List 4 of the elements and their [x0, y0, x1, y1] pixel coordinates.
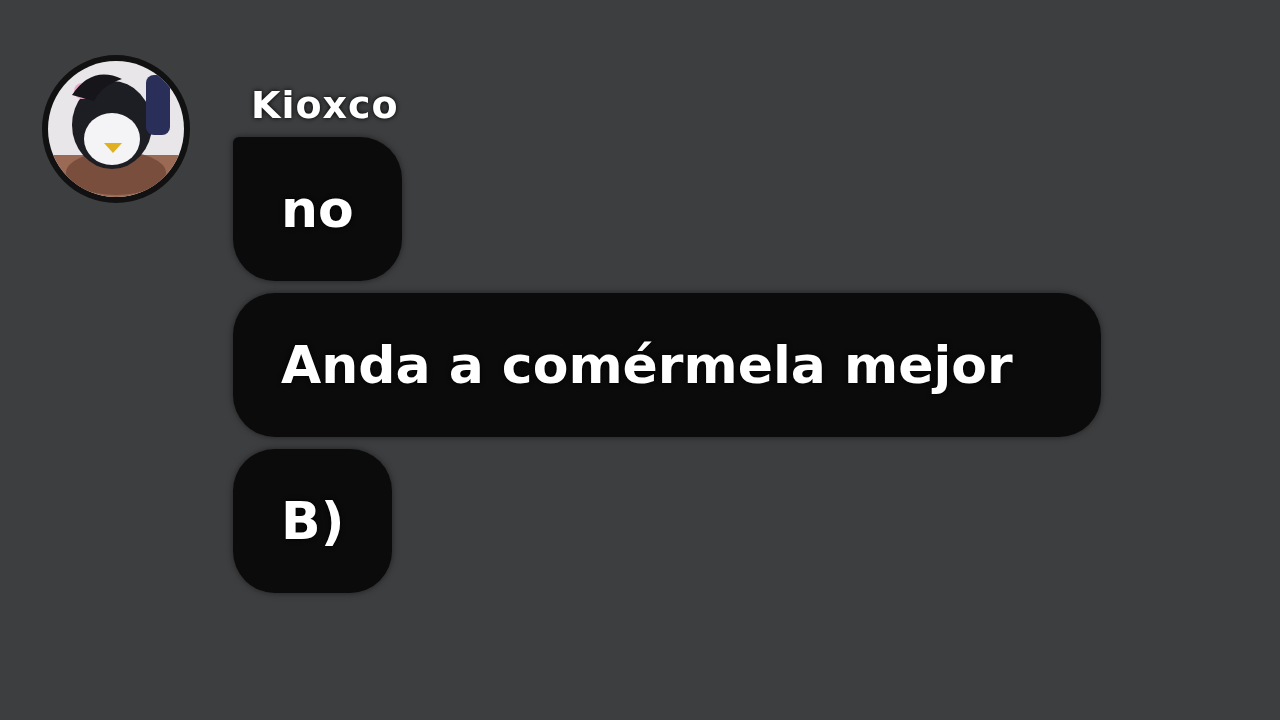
message-bubble: B): [233, 449, 393, 593]
message-bubble: Anda a comérmela mejor: [233, 293, 1101, 437]
username: Kioxco: [251, 85, 399, 125]
message-bubble: no: [233, 137, 402, 281]
